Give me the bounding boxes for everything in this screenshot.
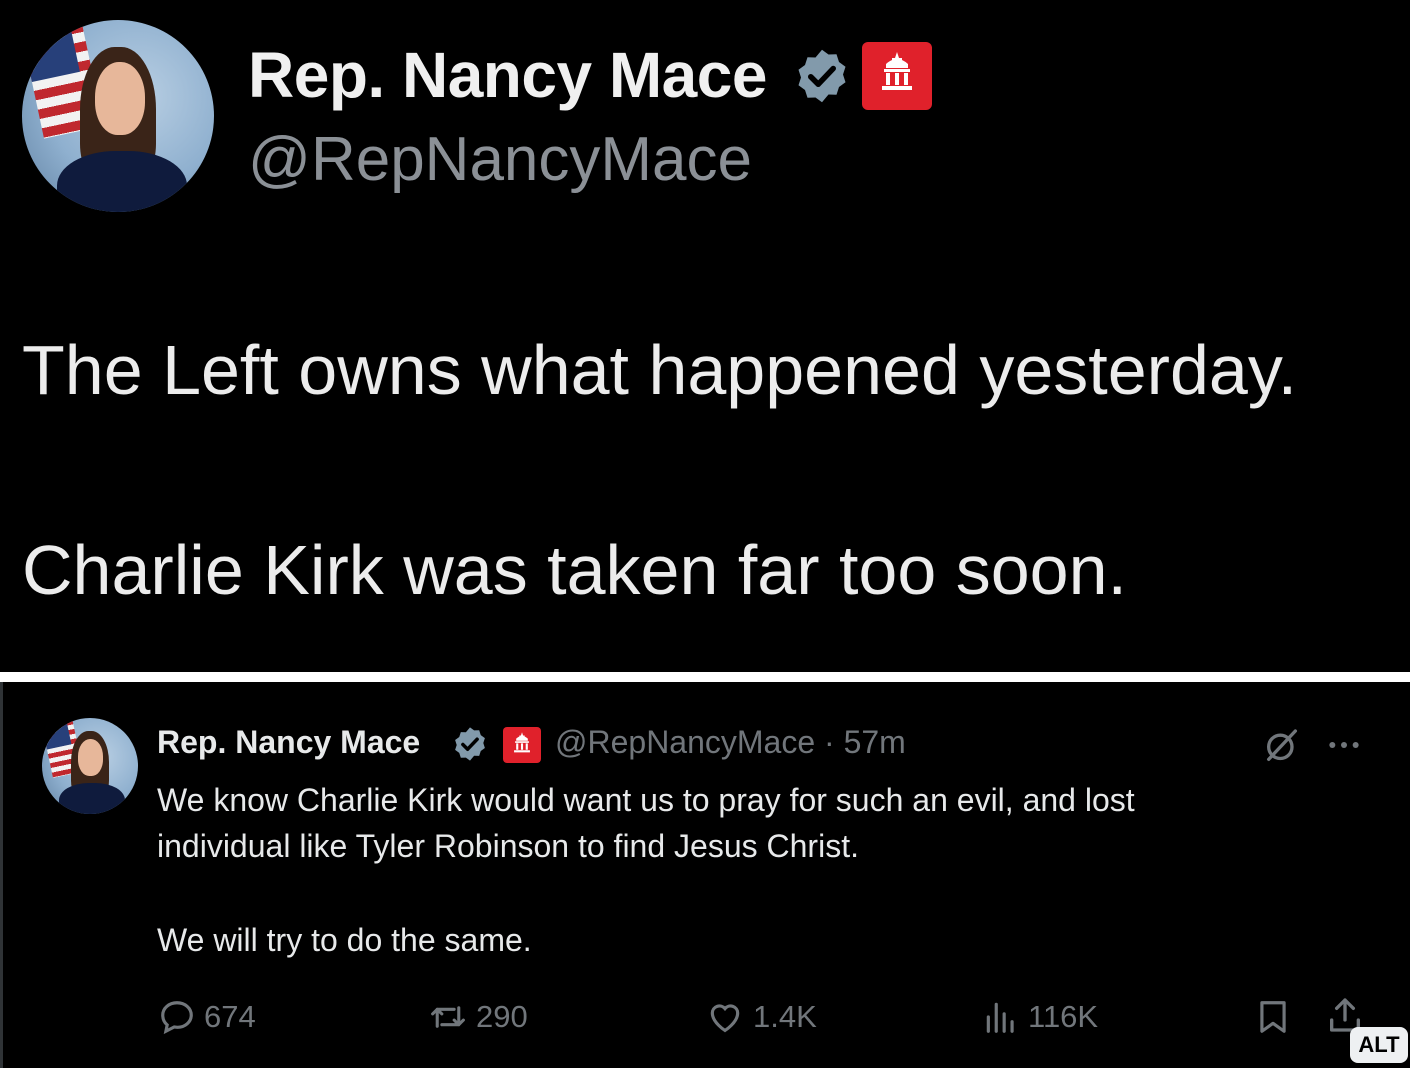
avatar-body <box>56 150 188 212</box>
post-body-line-1: We know Charlie Kirk would want us to pr… <box>157 782 1135 818</box>
alt-text-badge[interactable]: ALT <box>1350 1027 1408 1063</box>
reply-button[interactable]: 674 <box>158 995 256 1039</box>
post-body-line-2: individual like Tyler Robinson to find J… <box>157 828 859 864</box>
more-icon[interactable] <box>1324 730 1364 760</box>
views-count: 116K <box>1028 999 1099 1034</box>
verified-icon[interactable] <box>451 725 489 763</box>
gop-capitol-icon[interactable] <box>503 727 541 763</box>
large-post-screenshot: Rep. Nancy Mace @RepNancyMace The Left o… <box>0 0 1410 672</box>
divider <box>0 672 1410 682</box>
author-handle[interactable]: @RepNancyMace <box>248 124 752 195</box>
author-name-small[interactable]: Rep. Nancy Mace <box>157 724 420 761</box>
like-button[interactable]: 1.4K <box>705 995 817 1039</box>
views-button[interactable]: 116K <box>982 995 1098 1039</box>
avatar-small[interactable] <box>42 718 138 814</box>
grok-icon[interactable] <box>1262 726 1302 766</box>
author-handle-time[interactable]: @RepNancyMace · 57m <box>555 724 906 761</box>
post-text-line-1: The Left owns what happened yesterday. <box>22 331 1298 409</box>
views-icon <box>986 1002 1014 1033</box>
avatar-face <box>94 62 145 136</box>
avatar[interactable] <box>22 20 214 212</box>
like-count: 1.4K <box>753 999 817 1034</box>
repost-count: 290 <box>476 999 528 1034</box>
like-icon <box>710 1004 740 1033</box>
reply-count: 674 <box>204 999 256 1034</box>
post-body-line-3: We will try to do the same. <box>157 922 532 958</box>
post-text-line-2: Charlie Kirk was taken far too soon. <box>22 531 1127 609</box>
gop-capitol-icon[interactable] <box>862 42 932 110</box>
bookmark-icon[interactable] <box>1254 997 1292 1037</box>
avatar-body <box>59 783 125 814</box>
repost-button[interactable]: 290 <box>428 995 528 1039</box>
reply-icon <box>161 1001 193 1035</box>
author-name[interactable]: Rep. Nancy Mace <box>248 38 767 112</box>
avatar-face <box>78 739 104 776</box>
verified-icon[interactable] <box>792 46 852 106</box>
repost-icon <box>431 1006 465 1028</box>
